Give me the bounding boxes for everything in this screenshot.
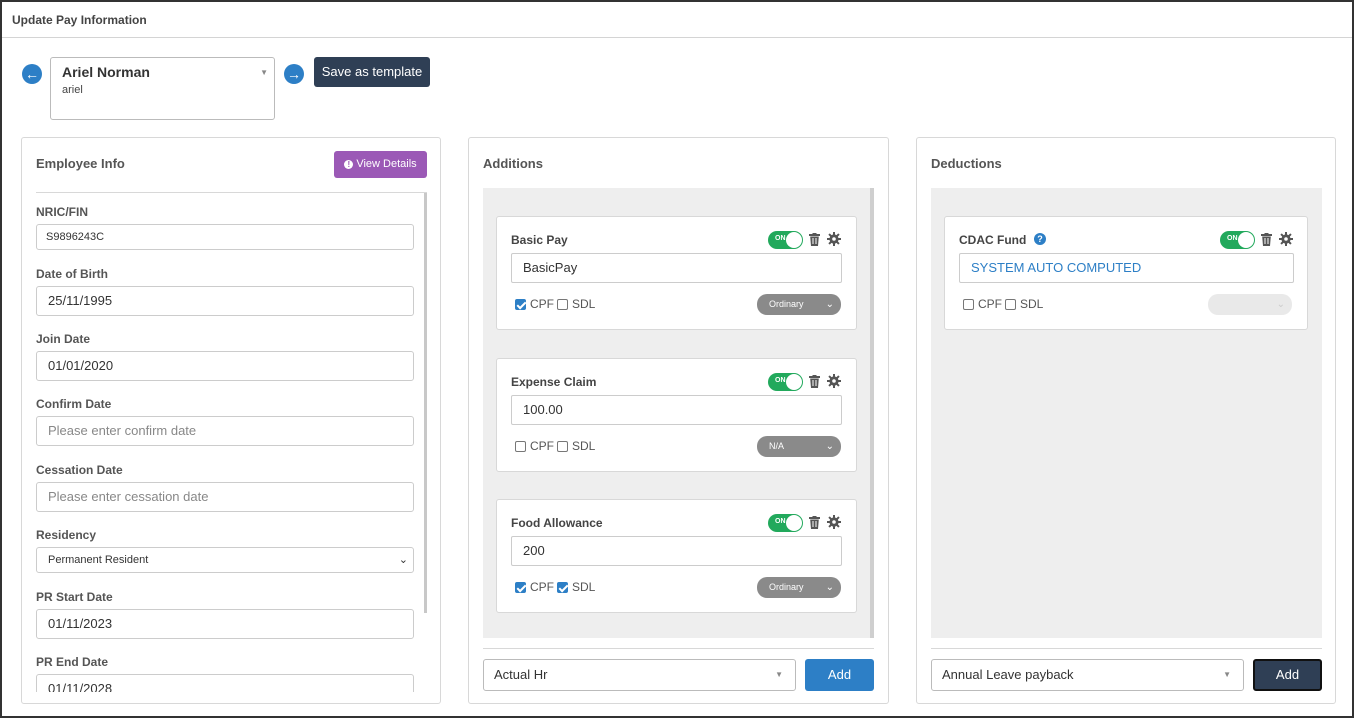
item-value-input[interactable]: 200: [511, 536, 842, 566]
join-date-label: Join Date: [36, 332, 91, 346]
pr-start-label: PR Start Date: [36, 590, 113, 604]
chevron-down-icon: ⌄: [398, 554, 408, 566]
pay-type-select[interactable]: ⌄: [1208, 294, 1292, 315]
sdl-checkbox[interactable]: SDL: [557, 439, 595, 453]
scrollbar[interactable]: [424, 193, 427, 613]
toggle-switch[interactable]: ON: [768, 514, 803, 532]
add-addition-button[interactable]: Add: [805, 659, 874, 691]
trash-icon[interactable]: [1261, 233, 1272, 246]
save-as-template-button[interactable]: Save as template: [314, 57, 430, 87]
gear-icon[interactable]: [827, 515, 841, 529]
gear-icon[interactable]: [827, 374, 841, 388]
sdl-checkbox[interactable]: SDL: [1005, 297, 1043, 311]
view-details-label: View Details: [356, 158, 417, 170]
cessation-date-input[interactable]: Please enter cessation date: [36, 482, 414, 512]
scrollbar[interactable]: [870, 188, 874, 638]
trash-icon[interactable]: [809, 375, 820, 388]
confirm-date-label: Confirm Date: [36, 397, 112, 411]
toggle-switch[interactable]: ON: [768, 231, 803, 249]
info-icon: !: [344, 160, 354, 169]
dob-label: Date of Birth: [36, 267, 108, 281]
deductions-title: Deductions: [931, 156, 1002, 171]
trash-icon[interactable]: [809, 233, 820, 246]
join-date-input[interactable]: 01/01/2020: [36, 351, 414, 381]
item-title: CDAC Fund: [959, 233, 1027, 247]
deductions-panel: Deductions CDAC Fund ? ON SYSTEM AUTO CO…: [916, 137, 1336, 704]
addition-item-basic-pay: Basic Pay ON BasicPay CPF SDL Ordinary ⌄: [496, 216, 857, 330]
item-value-input[interactable]: SYSTEM AUTO COMPUTED: [959, 253, 1294, 283]
employee-info-title: Employee Info: [36, 156, 125, 171]
sdl-checkbox[interactable]: SDL: [557, 580, 595, 594]
view-details-button[interactable]: ! View Details: [334, 151, 427, 178]
next-employee-arrow-icon[interactable]: →: [284, 64, 304, 84]
pay-type-select[interactable]: N/A ⌄: [757, 436, 841, 457]
employee-info-scroll[interactable]: NRIC/FIN S9896243C Date of Birth 25/11/1…: [36, 192, 427, 692]
additions-title: Additions: [483, 156, 543, 171]
gear-icon[interactable]: [1279, 232, 1293, 246]
deduction-item-cdac-fund: CDAC Fund ? ON SYSTEM AUTO COMPUTED CPF …: [944, 216, 1308, 330]
chevron-down-icon: ⌄: [825, 582, 834, 593]
cessation-date-label: Cessation Date: [36, 463, 123, 477]
chevron-down-icon: ⌄: [1276, 299, 1285, 310]
employee-username: ariel: [62, 84, 83, 96]
cpf-checkbox[interactable]: CPF: [515, 580, 554, 594]
employee-info-panel: Employee Info ! View Details NRIC/FIN S98…: [21, 137, 441, 704]
cpf-checkbox[interactable]: CPF: [963, 297, 1002, 311]
caret-down-icon: ▼: [260, 68, 268, 77]
employee-name: Ariel Norman: [62, 64, 150, 80]
toggle-switch[interactable]: ON: [1220, 231, 1255, 249]
sdl-checkbox[interactable]: SDL: [557, 297, 595, 311]
add-deduction-button[interactable]: Add: [1253, 659, 1322, 691]
residency-label: Residency: [36, 528, 97, 542]
update-pay-window: Update Pay Information ← Ariel Norman ar…: [0, 0, 1354, 718]
help-icon[interactable]: ?: [1034, 233, 1046, 245]
addition-type-select[interactable]: Actual Hr ▼: [483, 659, 796, 691]
deduction-type-select[interactable]: Annual Leave payback ▼: [931, 659, 1244, 691]
cpf-checkbox[interactable]: CPF: [515, 439, 554, 453]
divider: [483, 648, 874, 649]
item-title: Basic Pay: [511, 233, 568, 247]
dob-input[interactable]: 25/11/1995: [36, 286, 414, 316]
pay-type-select[interactable]: Ordinary ⌄: [757, 577, 841, 598]
additions-panel: Additions Basic Pay ON BasicPay CPF SDL …: [468, 137, 889, 704]
pr-end-label: PR End Date: [36, 655, 109, 669]
addition-item-expense-claim: Expense Claim ON 100.00 CPF SDL N/A ⌄: [496, 358, 857, 472]
pay-type-select[interactable]: Ordinary ⌄: [757, 294, 841, 315]
nric-label: NRIC/FIN: [36, 205, 88, 219]
caret-down-icon: ▼: [1223, 670, 1231, 679]
divider: [931, 648, 1322, 649]
deductions-list[interactable]: CDAC Fund ? ON SYSTEM AUTO COMPUTED CPF …: [931, 188, 1322, 638]
item-value-input[interactable]: 100.00: [511, 395, 842, 425]
residency-value: Permanent Resident: [48, 554, 149, 566]
nric-input[interactable]: S9896243C: [36, 224, 414, 250]
residency-select[interactable]: Permanent Resident ⌄: [36, 547, 414, 573]
previous-employee-arrow-icon[interactable]: ←: [22, 64, 42, 84]
trash-icon[interactable]: [809, 516, 820, 529]
item-title: Expense Claim: [511, 375, 597, 389]
pr-start-input[interactable]: 01/11/2023: [36, 609, 414, 639]
item-value-input[interactable]: BasicPay: [511, 253, 842, 283]
cpf-checkbox[interactable]: CPF: [515, 297, 554, 311]
item-title: Food Allowance: [511, 516, 603, 530]
pr-end-input[interactable]: 01/11/2028: [36, 674, 414, 692]
title-bar: Update Pay Information: [2, 2, 1352, 38]
caret-down-icon: ▼: [775, 670, 783, 679]
gear-icon[interactable]: [827, 232, 841, 246]
employee-selector[interactable]: Ariel Norman ariel ▼: [50, 57, 275, 120]
addition-item-food-allowance: Food Allowance ON 200 CPF SDL Ordinary ⌄: [496, 499, 857, 613]
toggle-switch[interactable]: ON: [768, 373, 803, 391]
window-title: Update Pay Information: [12, 13, 147, 27]
confirm-date-input[interactable]: Please enter confirm date: [36, 416, 414, 446]
chevron-down-icon: ⌄: [825, 441, 834, 452]
chevron-down-icon: ⌄: [825, 299, 834, 310]
additions-list[interactable]: Basic Pay ON BasicPay CPF SDL Ordinary ⌄ …: [483, 188, 874, 638]
